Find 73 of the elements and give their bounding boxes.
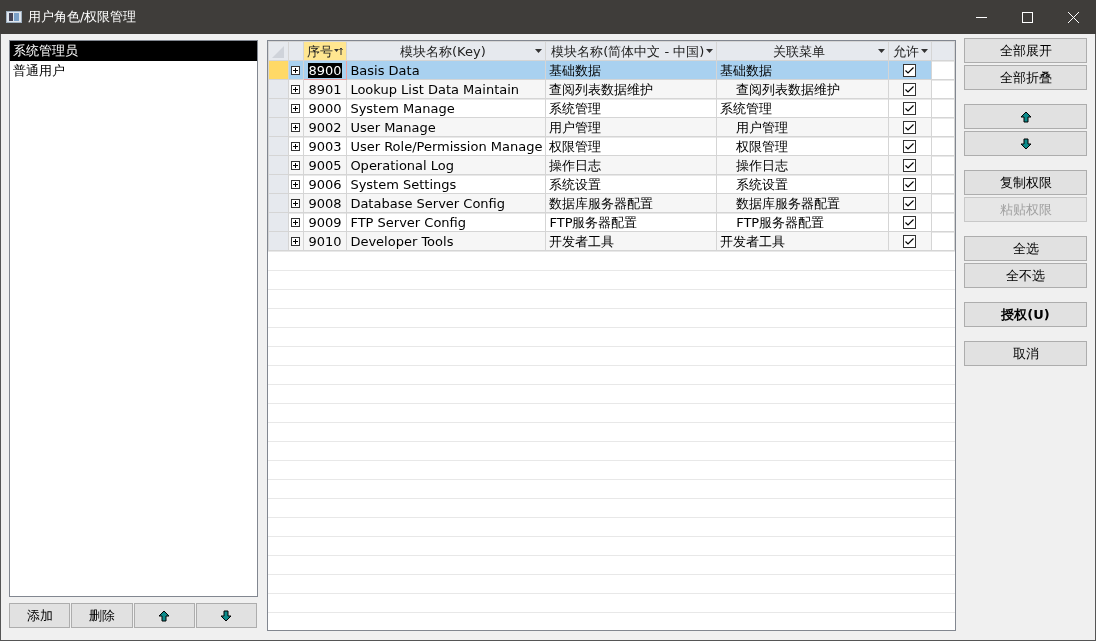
table-cell: 8900 xyxy=(308,62,342,78)
window-title: 用户角色/权限管理 xyxy=(28,8,137,27)
checkbox[interactable] xyxy=(903,82,917,96)
table-cell: User Role/Permission Manage xyxy=(346,136,546,156)
action-button[interactable]: 复制权限 xyxy=(964,170,1087,195)
up-arrow-icon xyxy=(1019,110,1032,123)
dropdown-caret-icon xyxy=(921,49,929,53)
expand-icon[interactable] xyxy=(291,160,301,170)
checkbox[interactable] xyxy=(903,101,917,115)
dropdown-caret-icon xyxy=(877,49,885,53)
table-cell: 8901 xyxy=(308,81,342,97)
checkbox[interactable] xyxy=(903,215,917,229)
action-button[interactable]: 删除 xyxy=(71,603,133,628)
expand-icon[interactable] xyxy=(291,141,301,151)
table-cell: 系统管理 xyxy=(545,98,717,118)
dropdown-caret-icon xyxy=(535,49,543,53)
table-cell: 权限管理 xyxy=(545,136,717,156)
checkbox[interactable] xyxy=(903,234,917,248)
checkbox[interactable] xyxy=(903,158,917,172)
sort-icon xyxy=(334,46,344,56)
column-header[interactable]: 模块名称(Key) xyxy=(346,41,546,61)
action-button[interactable]: 全部折叠 xyxy=(964,65,1087,90)
down-arrow-icon xyxy=(220,609,233,622)
move-up-button[interactable] xyxy=(133,603,195,628)
dropdown-caret-icon xyxy=(706,49,714,53)
column-header[interactable]: 模块名称(简体中文 - 中国) xyxy=(545,41,717,61)
table-cell: 9000 xyxy=(308,100,342,116)
expand-icon[interactable] xyxy=(291,198,301,208)
column-header[interactable]: 序号 xyxy=(303,41,347,61)
column-header[interactable]: 允许 xyxy=(888,41,932,61)
table-cell: 9009 xyxy=(308,214,342,230)
table-cell: FTP服务器配置 xyxy=(545,212,717,232)
column-header[interactable]: 关联菜单 xyxy=(716,41,889,61)
table-cell: 9006 xyxy=(308,176,342,192)
role-item[interactable]: 系统管理员 xyxy=(10,41,257,61)
checkbox[interactable] xyxy=(903,63,917,77)
action-button[interactable]: 授权(U) xyxy=(964,302,1087,327)
expand-icon[interactable] xyxy=(291,65,301,75)
expand-icon[interactable] xyxy=(291,236,301,246)
window-icon xyxy=(6,11,22,23)
checkbox[interactable] xyxy=(903,120,917,134)
table-cell: 9010 xyxy=(308,233,342,249)
table-cell: 系统设置 xyxy=(545,174,717,194)
table-cell: 权限管理 xyxy=(716,136,889,156)
table-cell: 9002 xyxy=(308,119,342,135)
action-button[interactable]: 全选 xyxy=(964,236,1087,261)
up-arrow-icon xyxy=(158,609,171,622)
table-cell: 系统设置 xyxy=(716,174,889,194)
move-down-button[interactable] xyxy=(964,131,1087,156)
table-cell: 9008 xyxy=(308,195,342,211)
table-cell: FTP服务器配置 xyxy=(716,212,889,232)
role-item[interactable]: 普通用户 xyxy=(10,61,257,81)
table-cell: System Settings xyxy=(346,174,546,194)
action-button[interactable]: 添加 xyxy=(9,603,71,628)
expand-icon[interactable] xyxy=(291,122,301,132)
table-cell: FTP Server Config xyxy=(346,212,546,232)
move-down-button[interactable] xyxy=(195,603,257,628)
move-up-button[interactable] xyxy=(964,104,1087,129)
checkbox[interactable] xyxy=(903,139,917,153)
checkbox[interactable] xyxy=(903,196,917,210)
expand-icon[interactable] xyxy=(291,84,301,94)
table-cell: 9003 xyxy=(308,138,342,154)
down-arrow-icon xyxy=(1019,137,1032,150)
expand-icon[interactable] xyxy=(291,179,301,189)
expand-icon[interactable] xyxy=(291,103,301,113)
action-button[interactable]: 全不选 xyxy=(964,263,1087,288)
table-cell: 9005 xyxy=(308,157,342,173)
expand-icon[interactable] xyxy=(291,217,301,227)
table-cell: System Manage xyxy=(346,98,546,118)
action-button[interactable]: 全部展开 xyxy=(964,38,1087,63)
table-cell: 系统管理 xyxy=(716,98,889,118)
action-button[interactable]: 取消 xyxy=(964,341,1087,366)
checkbox[interactable] xyxy=(903,177,917,191)
